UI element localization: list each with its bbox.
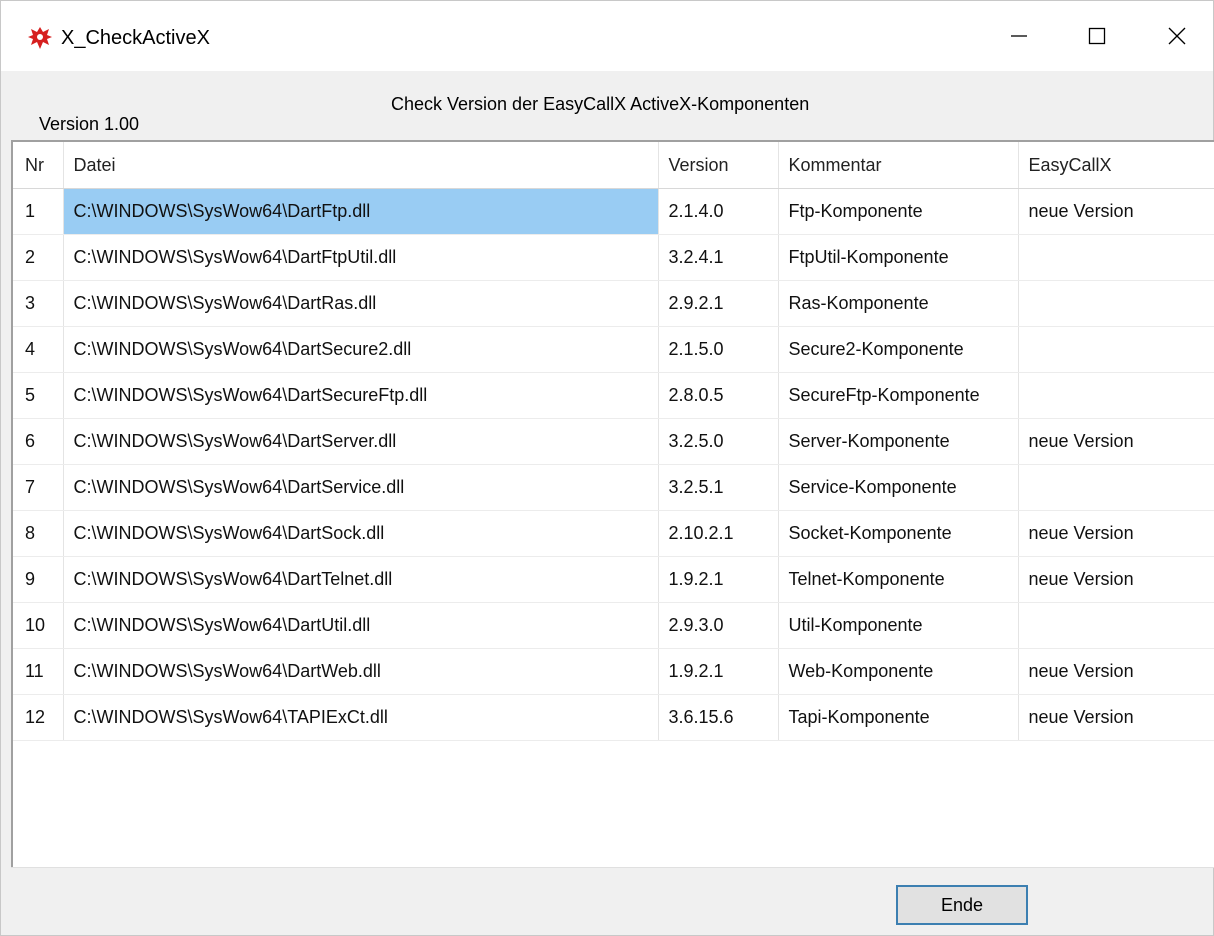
cell-datei[interactable]: C:\WINDOWS\SysWow64\DartServer.dll [63,418,659,465]
cell-nr[interactable]: 4 [13,326,64,373]
cell-version[interactable]: 3.2.5.0 [658,418,779,465]
cell-datei[interactable]: C:\WINDOWS\SysWow64\DartUtil.dll [63,602,659,649]
close-icon [1168,27,1186,45]
cell-kommentar[interactable]: Secure2-Komponente [778,326,1019,373]
window-title: X_CheckActiveX [61,27,210,49]
components-grid[interactable]: Nr Datei Version Kommentar EasyCallX 1 C:… [11,140,1214,868]
column-header-version[interactable]: Version [658,142,779,189]
cell-version[interactable]: 2.8.0.5 [658,372,779,419]
close-button[interactable] [1137,1,1214,71]
cell-easycallx[interactable]: neue Version [1018,648,1214,695]
table-row[interactable]: 5 C:\WINDOWS\SysWow64\DartSecureFtp.dll 2.… [13,372,1214,419]
cell-kommentar[interactable]: Util-Komponente [778,602,1019,649]
cell-kommentar[interactable]: Ftp-Komponente [778,188,1019,235]
cell-nr[interactable]: 2 [13,234,64,281]
cell-version[interactable]: 3.2.4.1 [658,234,779,281]
column-header-easycallx[interactable]: EasyCallX [1018,142,1214,189]
cell-datei[interactable]: C:\WINDOWS\SysWow64\TAPIExCt.dll [63,694,659,741]
cell-datei[interactable]: C:\WINDOWS\SysWow64\DartWeb.dll [63,648,659,695]
table-row[interactable]: 3 C:\WINDOWS\SysWow64\DartRas.dll 2.9.2.1 R… [13,280,1214,327]
cell-easycallx[interactable] [1018,280,1214,327]
cell-easycallx[interactable] [1018,602,1214,649]
cell-datei[interactable]: C:\WINDOWS\SysWow64\DartService.dll [63,464,659,511]
table-row[interactable]: 9 C:\WINDOWS\SysWow64\DartTelnet.dll 1.9.2… [13,556,1214,603]
ende-button[interactable]: Ende [896,885,1028,925]
cell-easycallx[interactable] [1018,464,1214,511]
app-icon [27,25,53,51]
cell-kommentar[interactable]: Telnet-Komponente [778,556,1019,603]
cell-kommentar[interactable]: Tapi-Komponente [778,694,1019,741]
cell-datei[interactable]: C:\WINDOWS\SysWow64\DartSecure2.dll [63,326,659,373]
cell-version[interactable]: 2.1.5.0 [658,326,779,373]
footer-divider [11,867,1214,868]
cell-datei[interactable]: C:\WINDOWS\SysWow64\DartSecureFtp.dll [63,372,659,419]
table-row[interactable]: 12 C:\WINDOWS\SysWow64\TAPIExCt.dll 3.6.15… [13,694,1214,741]
cell-nr[interactable]: 1 [13,188,64,235]
cell-datei[interactable]: C:\WINDOWS\SysWow64\DartTelnet.dll [63,556,659,603]
cell-kommentar[interactable]: Server-Komponente [778,418,1019,465]
cell-version[interactable]: 2.9.2.1 [658,280,779,327]
cell-easycallx[interactable]: neue Version [1018,694,1214,741]
title-bar: X_CheckActiveX [1,1,1213,71]
cell-kommentar[interactable]: Web-Komponente [778,648,1019,695]
cell-version[interactable]: 2.1.4.0 [658,188,779,235]
header-caption: Check Version der EasyCallX ActiveX-Komp… [391,94,810,114]
cell-easycallx[interactable] [1018,234,1214,281]
minimize-icon [1011,35,1027,37]
cell-nr[interactable]: 9 [13,556,64,603]
table-row[interactable]: 2 C:\WINDOWS\SysWow64\DartFtpUtil.dll 3.2.… [13,234,1214,281]
cell-kommentar[interactable]: Socket-Komponente [778,510,1019,557]
cell-easycallx[interactable]: neue Version [1018,188,1214,235]
cell-nr[interactable]: 3 [13,280,64,327]
components-table: Nr Datei Version Kommentar EasyCallX 1 C:… [13,142,1214,741]
cell-nr[interactable]: 5 [13,372,64,419]
cell-easycallx[interactable]: neue Version [1018,510,1214,557]
table-row[interactable]: 7 C:\WINDOWS\SysWow64\DartService.dll 3.2.… [13,464,1214,511]
cell-nr[interactable]: 8 [13,510,64,557]
cell-version[interactable]: 3.2.5.1 [658,464,779,511]
cell-version[interactable]: 2.9.3.0 [658,602,779,649]
maximize-icon [1088,27,1106,45]
column-header-kommentar[interactable]: Kommentar [778,142,1019,189]
cell-datei[interactable]: C:\WINDOWS\SysWow64\DartFtpUtil.dll [63,234,659,281]
table-row[interactable]: 4 C:\WINDOWS\SysWow64\DartSecure2.dll 2.1.… [13,326,1214,373]
cell-easycallx[interactable] [1018,372,1214,419]
cell-nr[interactable]: 6 [13,418,64,465]
cell-nr[interactable]: 7 [13,464,64,511]
table-row[interactable]: 1 C:\WINDOWS\SysWow64\DartFtp.dll 2.1.4.0 F… [13,188,1214,235]
cell-version[interactable]: 1.9.2.1 [658,556,779,603]
header-row: Nr Datei Version Kommentar EasyCallX [13,142,1214,189]
table-row[interactable]: 10 C:\WINDOWS\SysWow64\DartUtil.dll 2.9.3.… [13,602,1214,649]
cell-nr[interactable]: 11 [13,648,64,695]
cell-kommentar[interactable]: SecureFtp-Komponente [778,372,1019,419]
cell-version[interactable]: 1.9.2.1 [658,648,779,695]
cell-datei[interactable]: C:\WINDOWS\SysWow64\DartRas.dll [63,280,659,327]
cell-nr[interactable]: 10 [13,602,64,649]
cell-datei[interactable]: C:\WINDOWS\SysWow64\DartFtp.dll [63,188,659,235]
table-row[interactable]: 6 C:\WINDOWS\SysWow64\DartServer.dll 3.2.5… [13,418,1214,465]
cell-easycallx[interactable] [1018,326,1214,373]
column-header-nr[interactable]: Nr [13,142,64,189]
cell-easycallx[interactable]: neue Version [1018,418,1214,465]
cell-version[interactable]: 3.6.15.6 [658,694,779,741]
minimize-button[interactable] [979,1,1059,71]
cell-kommentar[interactable]: Service-Komponente [778,464,1019,511]
column-header-datei[interactable]: Datei [63,142,659,189]
cell-easycallx[interactable]: neue Version [1018,556,1214,603]
table-row[interactable]: 11 C:\WINDOWS\SysWow64\DartWeb.dll 1.9.2.1… [13,648,1214,695]
maximize-button[interactable] [1057,1,1137,71]
cell-datei[interactable]: C:\WINDOWS\SysWow64\DartSock.dll [63,510,659,557]
cell-kommentar[interactable]: Ras-Komponente [778,280,1019,327]
cell-version[interactable]: 2.10.2.1 [658,510,779,557]
cell-nr[interactable]: 12 [13,694,64,741]
main-window: X_CheckActiveX Check Version der EasyCal… [0,0,1214,936]
table-row[interactable]: 8 C:\WINDOWS\SysWow64\DartSock.dll 2.10.2.… [13,510,1214,557]
version-label: Version 1.00 [39,114,140,134]
cell-kommentar[interactable]: FtpUtil-Komponente [778,234,1019,281]
